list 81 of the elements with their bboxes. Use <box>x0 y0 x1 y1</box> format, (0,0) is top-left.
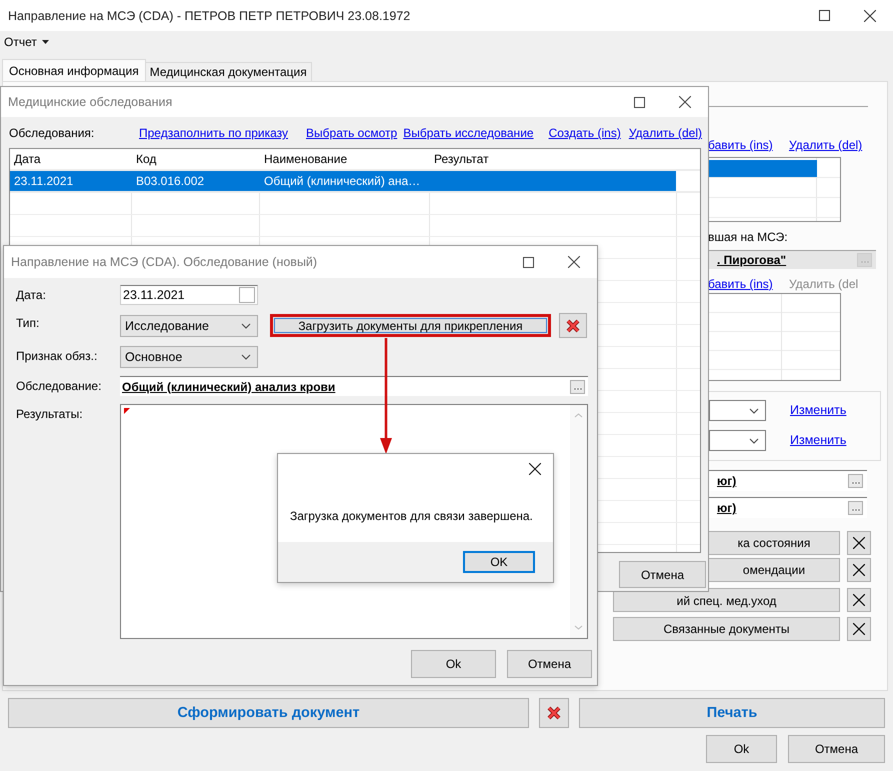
caret-icon <box>42 40 49 44</box>
close-icon <box>853 623 865 635</box>
document-button[interactable]: омендации <box>709 558 840 582</box>
document-button[interactable]: Связанные документы <box>613 617 840 641</box>
cross-icon <box>565 318 581 334</box>
field-label: Результаты: <box>16 406 84 423</box>
link[interactable]: Удалить (del) <box>628 126 702 140</box>
link[interactable]: Создать (ins) <box>548 126 621 140</box>
ok-button[interactable]: OK <box>463 551 535 573</box>
column-header: Результат <box>433 152 490 166</box>
delete-button[interactable] <box>539 698 569 728</box>
lookup-field[interactable]: юг) <box>709 497 867 518</box>
select-field[interactable]: Исследование <box>120 314 258 336</box>
dialog-button[interactable]: Ok <box>411 650 496 678</box>
dialog-button[interactable]: Отмена <box>507 650 592 678</box>
remove-button[interactable] <box>847 558 871 582</box>
column-header: Наименование <box>263 152 348 166</box>
document-button[interactable]: ий спец. мед.уход <box>613 588 840 612</box>
field-label: Признак обяз.: <box>16 348 98 365</box>
remove-button[interactable] <box>847 588 871 612</box>
grid-row[interactable] <box>709 160 840 178</box>
cross-icon <box>546 705 562 721</box>
change-link[interactable]: Изменить <box>790 403 846 417</box>
tab[interactable]: Медицинская документация <box>144 62 312 81</box>
dialog-button[interactable]: Отмена <box>619 561 706 588</box>
dialog-button[interactable]: Ok <box>706 735 777 763</box>
close-icon <box>853 594 865 606</box>
link[interactable]: Удалить (del) <box>789 138 862 152</box>
table-cell-text: 23.11.2021 <box>13 174 74 188</box>
change-link[interactable]: Изменить <box>790 433 846 447</box>
close-icon <box>853 537 865 549</box>
menu-item[interactable]: Отчет <box>0 32 53 52</box>
close-icon <box>853 564 865 576</box>
link[interactable]: Выбрать осмотр <box>306 126 398 140</box>
field-label: Обследование: <box>16 378 102 395</box>
maximize-icon <box>818 10 830 21</box>
close-button[interactable] <box>528 462 542 476</box>
link[interactable]: Предзаполнить по приказу <box>139 126 288 140</box>
chevron-icon <box>241 354 251 360</box>
maximize-icon <box>634 96 644 108</box>
dialog-button[interactable]: Отмена <box>788 735 885 763</box>
select-field[interactable] <box>709 400 766 421</box>
organization-value: . Пирогова" <box>717 253 786 267</box>
chevron-icon <box>749 438 759 444</box>
window-title: Направление на МСЭ (CDA) - ПЕТРОВ ПЕТР ПЕТРОВИЧ 23.08.1972 <box>8 8 410 22</box>
close-icon <box>529 463 541 475</box>
generate-button[interactable]: Сформировать документ <box>8 698 529 728</box>
print-button[interactable]: Печать <box>579 698 885 728</box>
select-field[interactable] <box>709 430 766 451</box>
message-text: Загрузка документов для связи завершена. <box>290 509 533 523</box>
tab[interactable]: Основная информация <box>2 59 146 81</box>
column-header: Код <box>135 152 158 166</box>
field-label: вшая на МСЭ: <box>708 230 788 244</box>
lookup-field[interactable]: юг) <box>709 470 867 491</box>
table-cell-text: B03.016.002 <box>135 174 206 188</box>
section-label: Обследования: <box>9 126 96 140</box>
document-button[interactable]: ка состояния <box>709 531 840 555</box>
close-icon <box>679 96 691 108</box>
delete-button[interactable] <box>559 313 587 338</box>
chevron-icon <box>241 322 251 328</box>
select-field[interactable]: Основное <box>120 346 258 368</box>
field-label: Тип: <box>16 315 40 332</box>
window-title: Медицинские обследования <box>8 95 172 109</box>
close-icon <box>864 10 876 22</box>
chevron-icon <box>749 408 759 414</box>
field-label: Дата: <box>16 287 47 304</box>
lookup-field[interactable]: Общий (клинический) анализ крови <box>120 376 588 396</box>
link[interactable]: бавить (ins) <box>708 277 773 291</box>
link[interactable]: Выбрать исследование <box>403 126 534 140</box>
required-marker-icon <box>124 408 130 414</box>
maximize-icon <box>522 256 534 268</box>
remove-button[interactable] <box>847 617 871 641</box>
table-row[interactable]: 23.11.2021 B03.016.002 Общий (клинический) ана… <box>10 171 700 192</box>
column-header: Дата <box>13 152 42 166</box>
close-icon <box>568 256 580 268</box>
remove-button[interactable] <box>847 531 871 555</box>
table-cell-text: Общий (клинический) ана… <box>263 174 422 188</box>
window-title: Направление на МСЭ (CDA). Обследование (новый) <box>11 255 318 269</box>
upload-button[interactable]: Загрузить документы для прикрепления <box>270 314 551 337</box>
date-field[interactable]: 23.11.2021 <box>120 285 258 305</box>
link[interactable]: бавить (ins) <box>708 138 773 152</box>
